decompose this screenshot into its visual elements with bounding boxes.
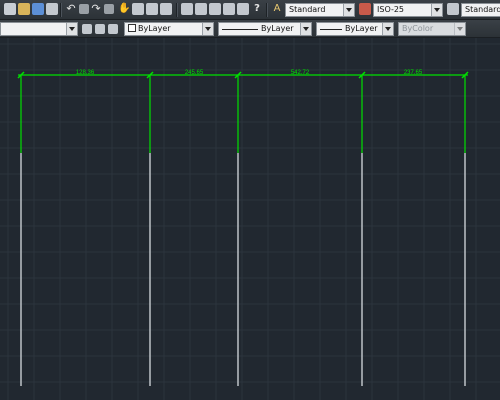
dimension-style-dropdown[interactable]: ISO-25 xyxy=(373,3,443,17)
drawing-canvas[interactable]: 128.36 245.65 542.72 237.65 xyxy=(0,38,500,400)
dimension-text[interactable]: 245.65 xyxy=(185,70,204,76)
layer-properties-icon[interactable] xyxy=(95,24,105,34)
help-icon[interactable]: ? xyxy=(251,3,263,15)
linetype-sample xyxy=(222,29,258,30)
redo-dropdown-icon[interactable] xyxy=(104,4,114,14)
tool-palettes-icon[interactable] xyxy=(209,3,221,15)
table-style-dropdown[interactable]: Standard xyxy=(461,3,500,17)
model-space[interactable]: 128.36 245.65 542.72 237.65 xyxy=(0,38,500,400)
open-file-icon[interactable] xyxy=(18,3,30,15)
toolbar-separator xyxy=(60,3,62,17)
save-icon[interactable] xyxy=(32,3,44,15)
lineweight-sample xyxy=(320,29,342,30)
color-value: ByLayer xyxy=(138,24,171,33)
plotstyle-value: ByColor xyxy=(402,24,434,33)
lineweight-value: ByLayer xyxy=(345,24,378,33)
color-swatch xyxy=(128,24,136,32)
zoom-window-icon[interactable] xyxy=(146,3,158,15)
layer-previous-icon[interactable] xyxy=(108,24,118,34)
zoom-realtime-icon[interactable] xyxy=(132,3,144,15)
text-style-value: Standard xyxy=(289,5,326,14)
chevron-down-icon xyxy=(343,4,354,16)
pan-icon[interactable]: ✋ xyxy=(118,3,130,15)
dimension-style-icon[interactable] xyxy=(359,3,371,15)
standard-toolbar: ↶ ↷ ✋ ? A Standard ISO-25 Standard xyxy=(0,0,500,20)
zoom-previous-icon[interactable] xyxy=(160,3,172,15)
make-layer-current-icon[interactable] xyxy=(82,24,92,34)
chevron-down-icon xyxy=(300,23,311,35)
table-style-icon[interactable] xyxy=(447,3,459,15)
layer-dropdown[interactable] xyxy=(0,22,78,36)
properties-icon[interactable] xyxy=(181,3,193,15)
toolbar-separator xyxy=(176,3,178,17)
chevron-down-icon xyxy=(431,4,442,16)
plot-icon[interactable] xyxy=(46,3,58,15)
dimension-text[interactable]: 237.65 xyxy=(404,70,423,76)
linetype-dropdown[interactable]: ByLayer xyxy=(218,22,312,36)
linetype-value: ByLayer xyxy=(261,24,294,33)
chevron-down-icon xyxy=(382,23,393,35)
toolbar-separator xyxy=(266,3,268,17)
lineweight-dropdown[interactable]: ByLayer xyxy=(316,22,394,36)
text-style-dropdown[interactable]: Standard xyxy=(285,3,355,17)
grid xyxy=(0,38,500,400)
dimension-text[interactable]: 128.36 xyxy=(76,70,95,76)
chevron-down-icon xyxy=(202,23,213,35)
new-file-icon[interactable] xyxy=(4,3,16,15)
redo-icon[interactable]: ↷ xyxy=(90,3,102,15)
dimension-style-value: ISO-25 xyxy=(377,5,405,14)
properties-toolbar: ByLayer ByLayer ByLayer ByColor xyxy=(0,20,500,38)
sheet-set-icon[interactable] xyxy=(223,3,235,15)
plotstyle-dropdown[interactable]: ByColor xyxy=(398,22,466,36)
color-dropdown[interactable]: ByLayer xyxy=(124,22,214,36)
undo-icon[interactable]: ↶ xyxy=(65,3,77,15)
dimension-text[interactable]: 542.72 xyxy=(291,70,310,76)
chevron-down-icon xyxy=(66,23,77,35)
undo-dropdown-icon[interactable] xyxy=(79,4,89,14)
design-center-icon[interactable] xyxy=(195,3,207,15)
table-style-value: Standard xyxy=(465,5,500,14)
chevron-down-icon xyxy=(454,23,465,35)
text-style-icon[interactable]: A xyxy=(271,3,283,15)
markup-icon[interactable] xyxy=(237,3,249,15)
